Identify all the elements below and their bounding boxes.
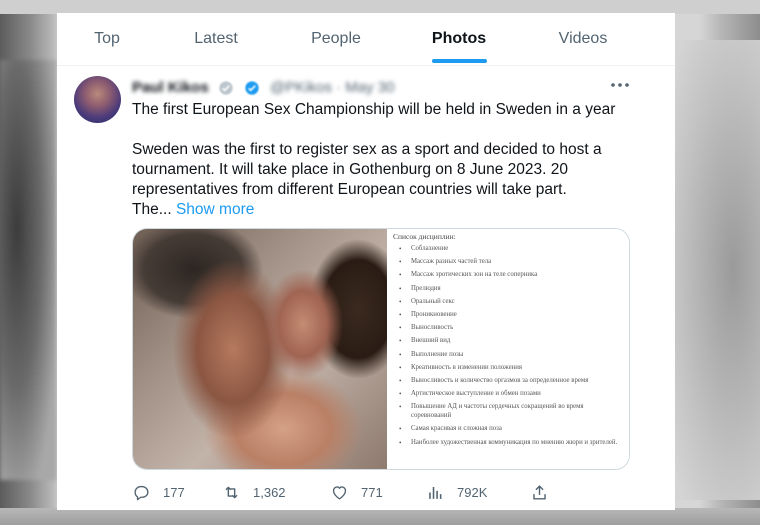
like-count: 771 <box>361 484 383 500</box>
views-button[interactable]: 792K <box>426 481 487 503</box>
background-right-blur <box>670 40 760 500</box>
tab-latest[interactable]: Latest <box>194 30 238 48</box>
background-bottom <box>0 508 760 525</box>
verified-badge-icon <box>219 81 233 95</box>
list-item: Наиболее художественная коммуникация по … <box>393 439 625 448</box>
retweet-button[interactable]: 1,362 <box>222 481 286 503</box>
list-item: Массаж разных частей тела <box>393 258 625 267</box>
list-item: Массаж эротических зон на теле соперника <box>393 271 625 280</box>
list-item: Проникновение <box>393 311 625 320</box>
analytics-icon <box>429 486 442 499</box>
show-more-link[interactable]: Show more <box>176 201 254 218</box>
like-button[interactable]: 771 <box>330 481 383 503</box>
list-item: Выносливость и количество оргазмов за оп… <box>393 377 625 386</box>
share-button[interactable] <box>530 481 561 503</box>
list-item: Оральный секс <box>393 298 625 307</box>
tweet-body: Sweden was the first to register sex as … <box>132 140 652 220</box>
background-left-blur <box>0 60 56 480</box>
list-item: Артистическое выступление и обмен позами <box>393 390 625 399</box>
retweet-icon <box>225 486 238 498</box>
more-options-icon[interactable] <box>610 78 630 92</box>
reply-icon <box>134 485 149 500</box>
couple-photo[interactable] <box>133 229 387 469</box>
avatar[interactable] <box>74 76 121 123</box>
list-item: Выносливость <box>393 324 625 333</box>
tab-people[interactable]: People <box>311 30 361 48</box>
tweet-header: Paul Kikos @PKikos · May 30 <box>132 79 395 99</box>
reply-count: 177 <box>163 484 185 500</box>
list-item: Выполнение позы <box>393 351 625 360</box>
tweet-headline: The first European Sex Championship will… <box>132 101 616 118</box>
tweet-body-text: Sweden was the first to register sex as … <box>132 141 602 198</box>
tweet-actions: 177 1,362 771 792K <box>132 481 652 503</box>
tweet-truncated-tail: The... <box>132 201 172 218</box>
share-icon <box>533 484 546 500</box>
tweet-text: The first European Sex Championship will… <box>132 100 652 220</box>
disciplines-list-title: Список дисциплин: <box>393 232 456 241</box>
list-item: Самая красивая и сложная поза <box>393 425 625 434</box>
author-handle-date[interactable]: @PKikos · May 30 <box>270 79 394 96</box>
heart-icon <box>332 485 347 500</box>
search-tabs: Top Latest People Photos Videos <box>57 13 675 66</box>
tab-top[interactable]: Top <box>94 30 120 48</box>
list-item: Креативность в изменении положения <box>393 364 625 373</box>
timeline-card: Top Latest People Photos Videos Paul Kik… <box>57 13 675 510</box>
verified-badge-icon <box>244 81 259 95</box>
tweet-media[interactable]: Список дисциплин: Соблазнение Массаж раз… <box>132 228 630 470</box>
list-item: Повышение АД и частоты сердечных сокраще… <box>393 403 625 420</box>
active-tab-indicator <box>432 59 487 63</box>
list-item: Соблазнение <box>393 245 625 254</box>
disciplines-list-image[interactable]: Список дисциплин: Соблазнение Массаж раз… <box>387 229 629 469</box>
background-top <box>0 0 760 14</box>
retweet-count: 1,362 <box>253 484 286 500</box>
view-count: 792K <box>457 484 488 500</box>
list-item: Прелюдия <box>393 285 625 294</box>
author-name[interactable]: Paul Kikos <box>132 79 209 96</box>
reply-button[interactable]: 177 <box>132 481 185 503</box>
disciplines-list: Соблазнение Массаж разных частей тела Ма… <box>393 245 625 452</box>
tab-videos[interactable]: Videos <box>559 30 608 48</box>
list-item: Внешний вид <box>393 337 625 346</box>
tab-photos[interactable]: Photos <box>432 30 486 48</box>
